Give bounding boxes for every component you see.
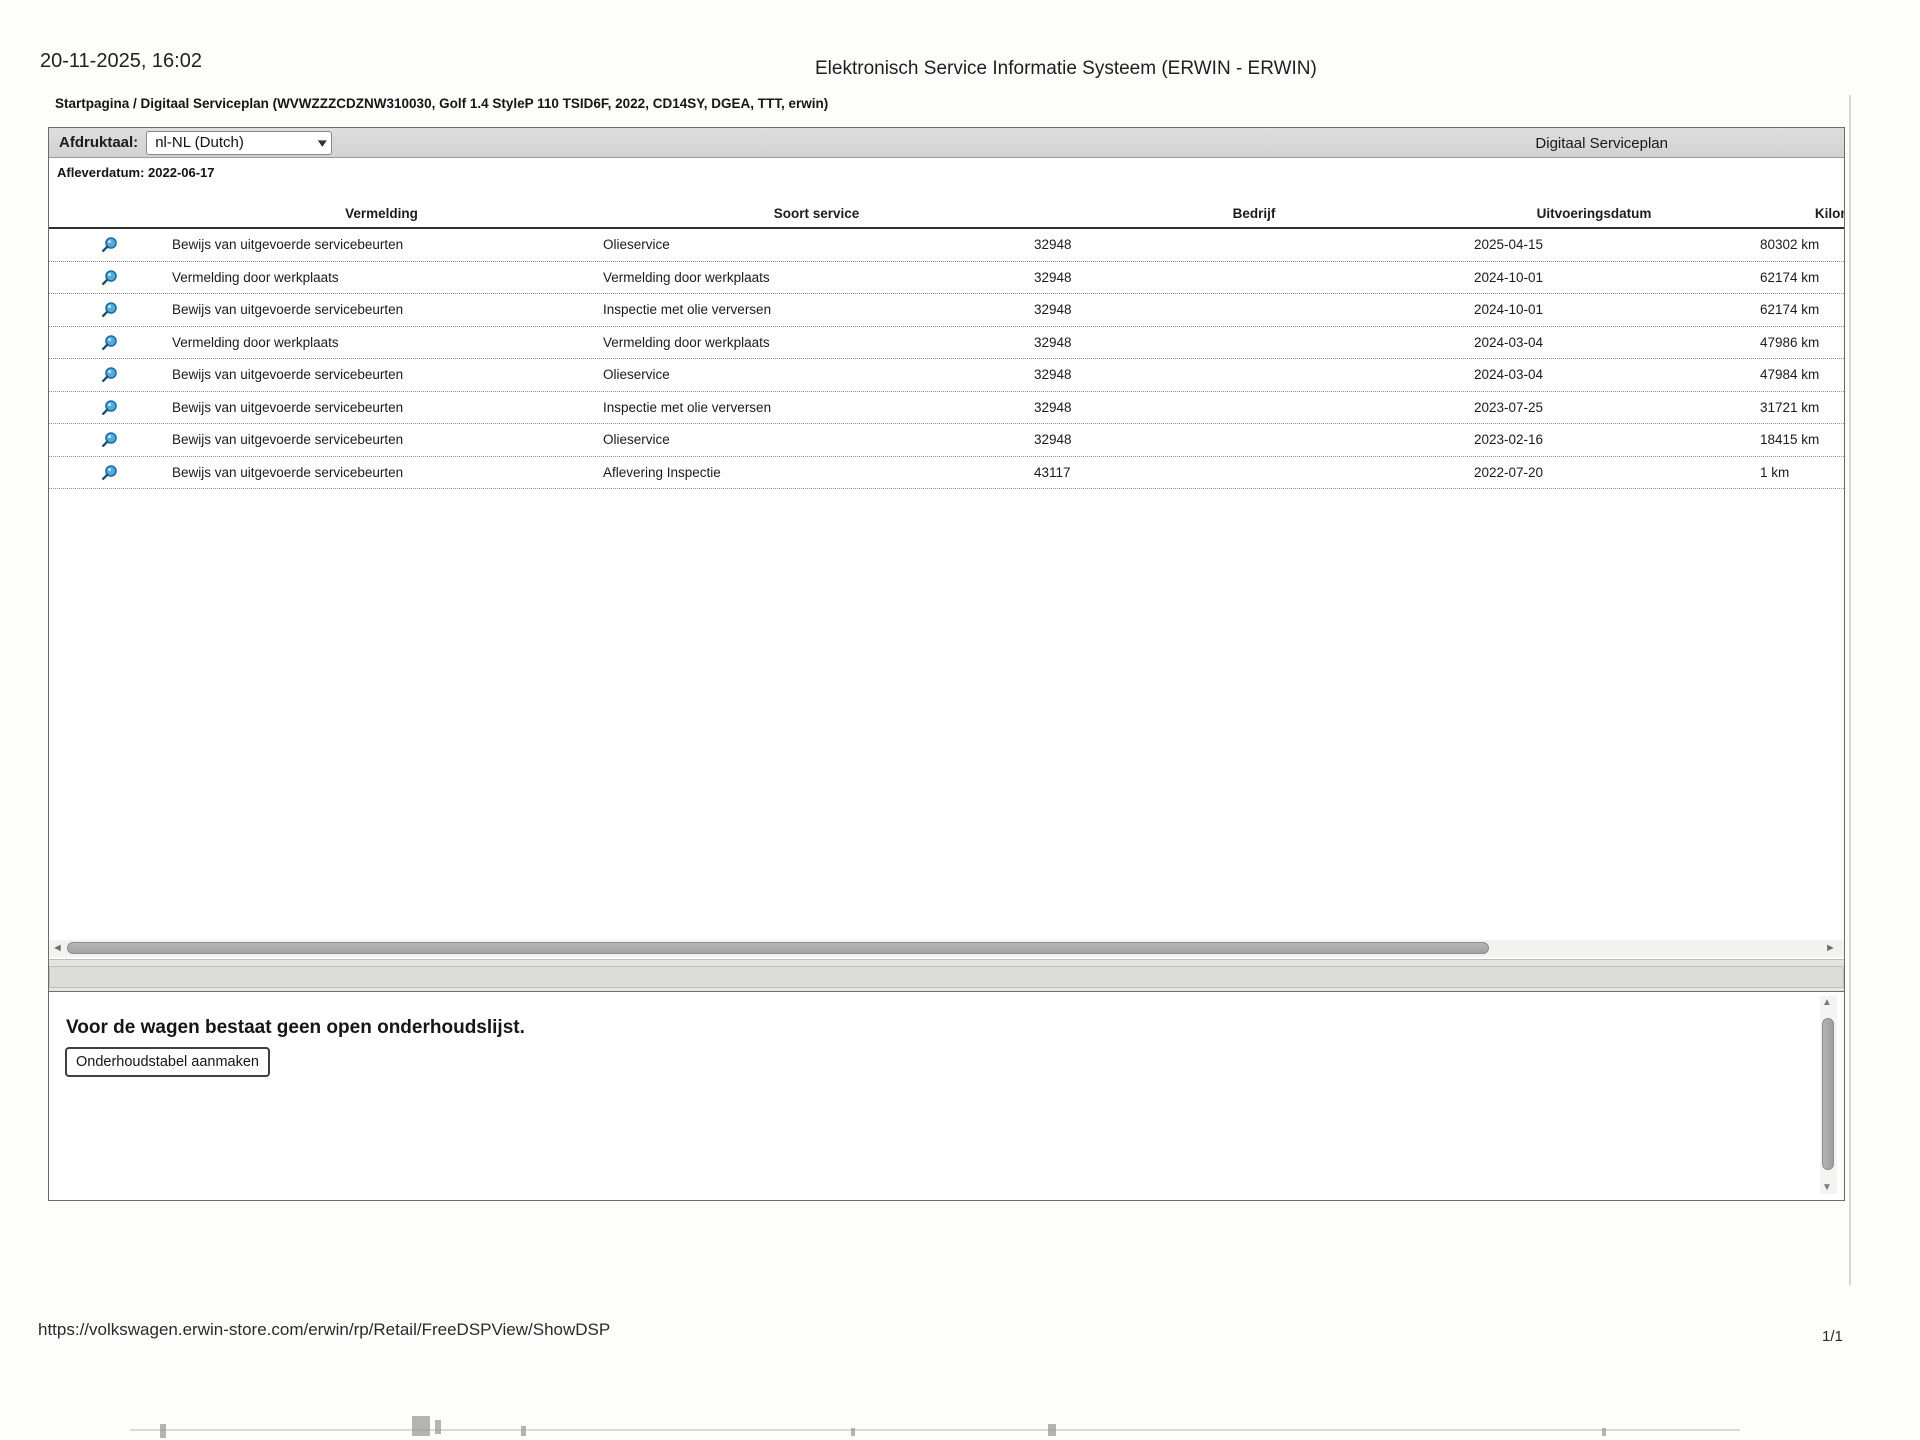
horizontal-scrollbar[interactable]: ◄ ► [49, 940, 1844, 957]
cell-vermelding: Bewijs van uitgevoerde servicebeurten [172, 367, 404, 383]
cell-bedrijf: 43117 [1034, 464, 1071, 480]
cell-vermelding: Bewijs van uitgevoerde servicebeurten [172, 432, 404, 448]
chevron-down-icon: ▾ [317, 134, 327, 150]
scan-artifact [851, 1428, 855, 1436]
cell-soort-service: Inspectie met olie verversen [603, 302, 772, 318]
header-spacer [49, 206, 164, 221]
scan-artifact [160, 1424, 166, 1438]
cell-kilometerstand: 47984 km [1760, 367, 1820, 383]
col-bedrijf: Bedrijf [1232, 206, 1276, 221]
cell-kilometerstand: 80302 km [1760, 237, 1820, 253]
scan-artifact [521, 1426, 526, 1436]
tab-strip-filler [49, 966, 1844, 988]
cell-kilometerstand: 62174 km [1760, 269, 1820, 285]
magnifier-icon[interactable] [101, 431, 118, 448]
cell-kilometerstand: 62174 km [1760, 302, 1820, 318]
cell-uitvoeringsdatum: 2024-03-04 [1474, 334, 1544, 350]
magnifier-icon[interactable] [101, 236, 118, 253]
cell-soort-service: Aflevering Inspectie [603, 464, 721, 480]
scan-artifact [412, 1416, 430, 1436]
create-maintenance-table-button[interactable]: Onderhoudstabel aanmaken [65, 1047, 270, 1077]
scroll-left-icon[interactable]: ◄ [52, 942, 63, 954]
col-vermelding: Vermelding [345, 206, 418, 221]
serviceplan-frame: Afdruktaal: nl-NL (Dutch) ▾ Digitaal Ser… [48, 127, 1845, 1201]
cell-bedrijf: 32948 [1034, 432, 1072, 448]
cell-soort-service: Olieservice [603, 432, 670, 448]
cell-vermelding: Bewijs van uitgevoerde servicebeurten [172, 237, 404, 253]
scan-artifact [435, 1420, 441, 1434]
vertical-scrollbar-thumb[interactable] [1822, 1018, 1834, 1170]
tab-strip: Bewijs van uitgevoerde servicebeurten (O… [49, 959, 1844, 992]
magnifier-icon[interactable] [101, 464, 118, 481]
cell-vermelding: Bewijs van uitgevoerde servicebeurten [172, 399, 404, 415]
magnifier-icon[interactable] [101, 301, 118, 318]
cell-soort-service: Olieservice [603, 237, 670, 253]
scan-artifact [1602, 1428, 1606, 1436]
footer-url: https://volkswagen.erwin-store.com/erwin… [38, 1320, 611, 1339]
col-kilometerstand: Kilometerstand [1814, 206, 1844, 221]
table-row: Bewijs van uitgevoerde servicebeurten Ol… [49, 424, 1844, 457]
col-uitvoeringsdatum: Uitvoeringsdatum [1536, 206, 1652, 221]
cell-vermelding: Vermelding door werkplaats [172, 334, 339, 350]
table-row: Vermelding door werkplaats Vermelding do… [49, 262, 1844, 294]
cell-bedrijf: 32948 [1034, 399, 1072, 415]
cell-soort-service: Vermelding door werkplaats [603, 269, 770, 285]
table-row: Vermelding door werkplaats Vermelding do… [49, 327, 1844, 359]
cell-soort-service: Inspectie met olie verversen [603, 399, 772, 415]
maintenance-panel: Voor de wagen bestaat geen open onderhou… [49, 993, 1844, 1200]
cell-kilometerstand: 31721 km [1760, 399, 1820, 415]
print-language-value: nl-NL (Dutch) [155, 134, 244, 151]
magnifier-icon[interactable] [101, 399, 118, 416]
page-title: Elektronisch Service Informatie Systeem … [815, 58, 1317, 79]
table-row: Bewijs van uitgevoerde servicebeurten Ol… [49, 229, 1844, 262]
cell-uitvoeringsdatum: 2024-03-04 [1474, 367, 1544, 383]
page-number: 1/1 [1822, 1328, 1843, 1345]
horizontal-scrollbar-thumb[interactable] [67, 942, 1489, 954]
cell-uitvoeringsdatum: 2024-10-01 [1474, 269, 1544, 285]
cell-bedrijf: 32948 [1034, 302, 1072, 318]
table-row: Bewijs van uitgevoerde servicebeurten Ol… [49, 359, 1844, 392]
cell-uitvoeringsdatum: 2022-07-20 [1474, 464, 1544, 480]
cell-soort-service: Olieservice [603, 367, 670, 383]
cell-kilometerstand: 1 km [1760, 464, 1790, 480]
cell-vermelding: Vermelding door werkplaats [172, 269, 339, 285]
col-soort-service: Soort service [773, 206, 860, 221]
table-header: Vermelding Soort service Bedrijf Uitvoer… [49, 206, 1844, 229]
scan-artifact [1048, 1424, 1056, 1436]
cell-kilometerstand: 47986 km [1760, 334, 1820, 350]
cell-soort-service: Vermelding door werkplaats [603, 334, 770, 350]
cell-bedrijf: 32948 [1034, 367, 1072, 383]
cell-bedrijf: 32948 [1034, 334, 1072, 350]
delivery-date: Afleverdatum: 2022-06-17 [57, 165, 215, 180]
scroll-right-icon[interactable]: ► [1825, 942, 1836, 954]
cell-vermelding: Bewijs van uitgevoerde servicebeurten [172, 302, 404, 318]
table-row: Bewijs van uitgevoerde servicebeurten In… [49, 392, 1844, 424]
scan-artifact-strip [130, 1429, 1740, 1431]
cell-uitvoeringsdatum: 2023-07-25 [1474, 399, 1544, 415]
table-row: Bewijs van uitgevoerde servicebeurten In… [49, 294, 1844, 327]
breadcrumb: Startpagina / Digitaal Serviceplan (WVWZ… [55, 96, 829, 111]
scroll-down-icon[interactable]: ▼ [1822, 1182, 1832, 1193]
cell-uitvoeringsdatum: 2025-04-15 [1474, 237, 1544, 253]
service-table: Vermelding Soort service Bedrijf Uitvoer… [49, 206, 1844, 489]
cell-kilometerstand: 18415 km [1760, 432, 1820, 448]
magnifier-icon[interactable] [101, 334, 118, 351]
print-language-select[interactable]: nl-NL (Dutch) ▾ [146, 130, 333, 155]
scroll-up-icon[interactable]: ▲ [1822, 997, 1832, 1008]
cell-uitvoeringsdatum: 2024-10-01 [1474, 302, 1544, 318]
cell-bedrijf: 32948 [1034, 237, 1072, 253]
toolbar-right-title: Digitaal Serviceplan [1535, 134, 1668, 152]
cell-bedrijf: 32948 [1034, 269, 1072, 285]
cell-uitvoeringsdatum: 2023-02-16 [1474, 432, 1544, 448]
paper-edge-line [1849, 95, 1851, 1285]
cell-vermelding: Bewijs van uitgevoerde servicebeurten [172, 464, 404, 480]
magnifier-icon[interactable] [101, 269, 118, 286]
print-datetime: 20-11-2025, 16:02 [40, 50, 202, 72]
vertical-scrollbar[interactable]: ▲ ▼ [1820, 996, 1837, 1194]
table-row: Bewijs van uitgevoerde servicebeurten Af… [49, 457, 1844, 489]
print-language-label: Afdruktaal: [59, 134, 139, 151]
no-open-maintenance-message: Voor de wagen bestaat geen open onderhou… [66, 1017, 525, 1038]
magnifier-icon[interactable] [101, 366, 118, 383]
